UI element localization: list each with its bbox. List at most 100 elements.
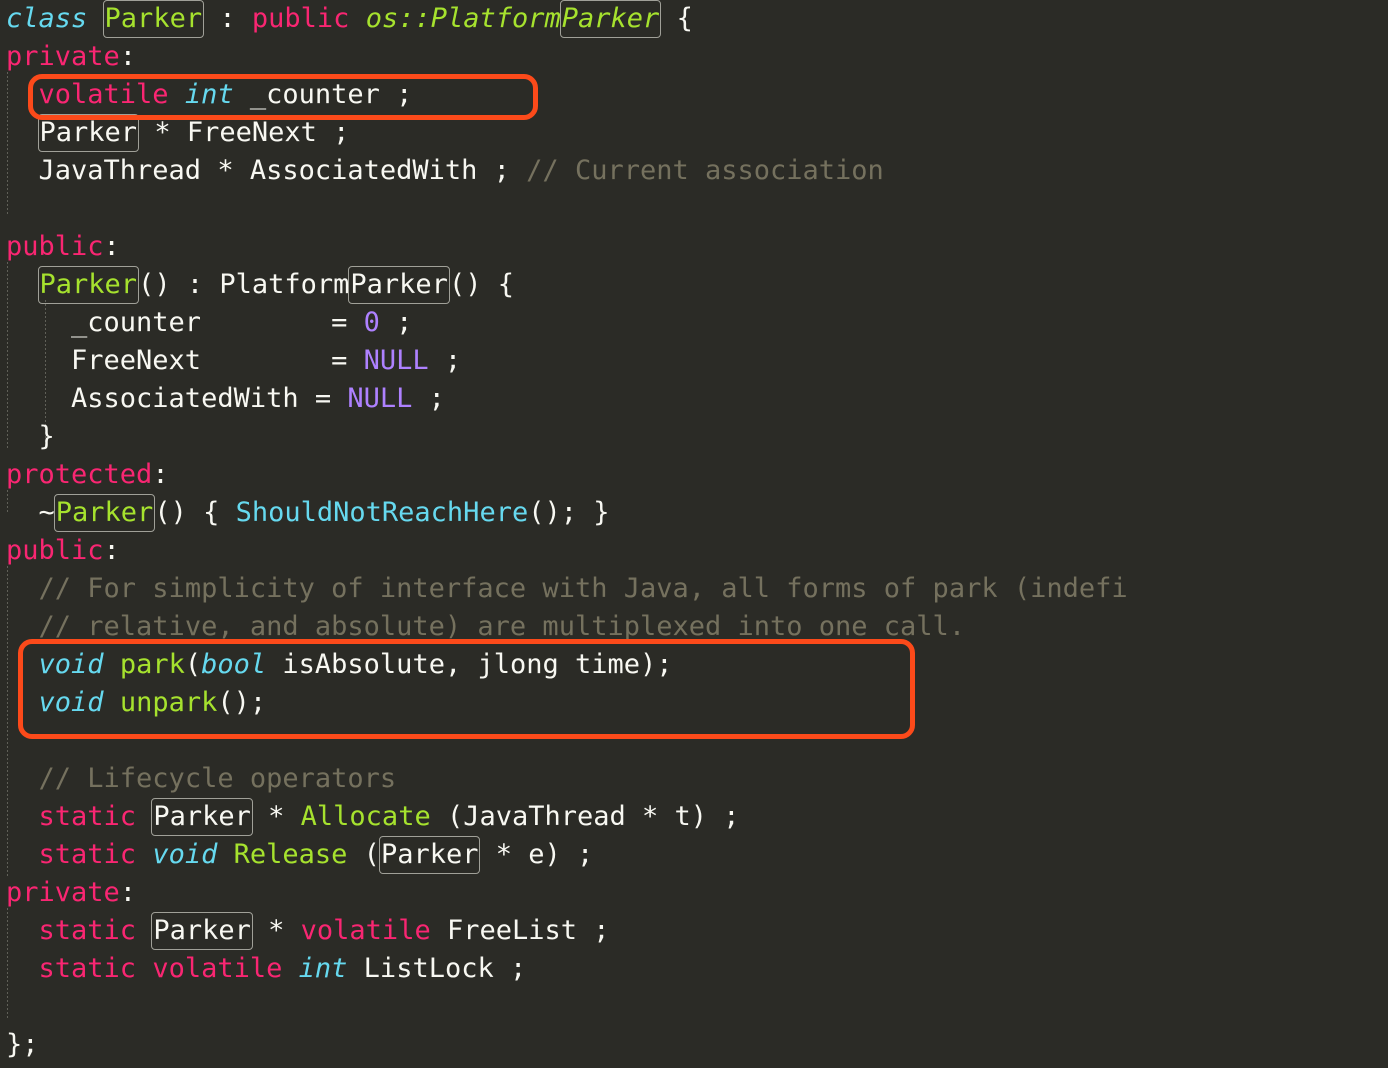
- code-line[interactable]: private:: [6, 38, 1388, 76]
- code-token: static: [38, 839, 137, 870]
- code-line[interactable]: Parker * FreeNext ;: [6, 114, 1388, 152]
- code-line[interactable]: [6, 190, 1388, 228]
- code-line[interactable]: static Parker * Allocate (JavaThread * t…: [6, 798, 1388, 836]
- code-token: FreeNext =: [6, 345, 364, 376]
- code-line[interactable]: [6, 988, 1388, 1026]
- code-token: Parker: [378, 836, 481, 874]
- code-token: :: [119, 877, 137, 908]
- code-token: park: [119, 649, 185, 680]
- code-token: bool: [201, 649, 267, 680]
- code-line[interactable]: [6, 722, 1388, 760]
- code-token: * FreeNext ;: [138, 117, 350, 148]
- code-token: *: [251, 801, 301, 832]
- code-token: private: [6, 877, 120, 908]
- code-token: private: [6, 41, 120, 72]
- code-token: Parker: [348, 266, 450, 304]
- code-token: ;: [379, 307, 413, 338]
- code-token: ();: [217, 687, 267, 718]
- code-line[interactable]: void park(bool isAbsolute, jlong time);: [6, 646, 1388, 684]
- code-token: () : Platform: [138, 269, 350, 300]
- code-token: () {: [154, 497, 236, 528]
- code-token: Allocate: [300, 801, 431, 832]
- code-line[interactable]: Parker() : PlatformParker() {: [6, 266, 1388, 304]
- code-line[interactable]: static volatile int ListLock ;: [6, 950, 1388, 988]
- code-token: ShouldNotReachHere: [235, 497, 529, 528]
- code-token: :: [103, 535, 120, 566]
- code-token: unpark: [119, 687, 218, 718]
- code-token: Parker: [53, 494, 156, 532]
- code-line[interactable]: public:: [6, 228, 1388, 266]
- code-token: void: [152, 839, 218, 870]
- code-line[interactable]: AssociatedWith = NULL ;: [6, 380, 1388, 418]
- code-token: NULL: [363, 345, 429, 376]
- code-token: Parker: [102, 0, 205, 38]
- code-token: volatile: [152, 953, 283, 984]
- code-line[interactable]: JavaThread * AssociatedWith ; // Current…: [6, 152, 1388, 190]
- code-token: AssociatedWith =: [6, 383, 348, 414]
- code-line[interactable]: ~Parker() { ShouldNotReachHere(); }: [6, 494, 1388, 532]
- code-line[interactable]: FreeNext = NULL ;: [6, 342, 1388, 380]
- code-token: }: [6, 421, 55, 452]
- code-line[interactable]: volatile int _counter ;: [6, 76, 1388, 114]
- code-token: protected: [6, 459, 153, 490]
- code-line[interactable]: static void Release (Parker * e) ;: [6, 836, 1388, 874]
- code-token: // For simplicity of interface with Java…: [38, 573, 1128, 604]
- code-token: (: [347, 839, 380, 870]
- code-token: 0: [363, 307, 380, 338]
- code-token: Parker: [37, 114, 140, 152]
- code-line[interactable]: public:: [6, 532, 1388, 570]
- code-token: :: [203, 3, 252, 34]
- code-token: Parker: [151, 798, 253, 836]
- code-token: };: [6, 1029, 39, 1060]
- code-token: NULL: [347, 383, 413, 414]
- code-token: isAbsolute, jlong time);: [266, 649, 673, 680]
- code-line[interactable]: void unpark();: [6, 684, 1388, 722]
- code-token: (JavaThread * t) ;: [430, 801, 740, 832]
- code-line[interactable]: // relative, and absolute) are multiplex…: [6, 608, 1388, 646]
- code-line[interactable]: private:: [6, 874, 1388, 912]
- code-token: :: [152, 459, 169, 490]
- code-editor-viewport[interactable]: class Parker : public os::PlatformParker…: [0, 0, 1388, 1068]
- code-content[interactable]: class Parker : public os::PlatformParker…: [0, 0, 1388, 1064]
- code-token: static: [38, 801, 137, 832]
- code-token: ;: [412, 383, 445, 414]
- code-line[interactable]: _counter = 0 ;: [6, 304, 1388, 342]
- code-token: :: [103, 231, 120, 262]
- code-token: ~: [6, 497, 55, 528]
- code-token: public: [6, 231, 104, 262]
- code-token: ListLock ;: [347, 953, 527, 984]
- code-line[interactable]: // For simplicity of interface with Java…: [6, 570, 1388, 608]
- code-line[interactable]: static Parker * volatile FreeList ;: [6, 912, 1388, 950]
- code-token: (: [184, 649, 202, 680]
- code-line[interactable]: }: [6, 418, 1388, 456]
- code-line[interactable]: };: [6, 1026, 1388, 1064]
- code-token: public: [251, 3, 350, 34]
- code-token: _counter ;: [233, 79, 413, 110]
- code-line[interactable]: class Parker : public os::PlatformParker…: [6, 0, 1388, 38]
- code-token: ;: [428, 345, 462, 376]
- code-token: void: [38, 687, 104, 718]
- code-token: Parker: [37, 266, 140, 304]
- code-token: // Lifecycle operators: [38, 763, 397, 794]
- code-token: (); }: [528, 497, 610, 528]
- code-token: :: [119, 41, 137, 72]
- code-token: volatile: [300, 915, 431, 946]
- code-token: _counter =: [6, 307, 364, 338]
- code-line[interactable]: // Lifecycle operators: [6, 760, 1388, 798]
- code-line[interactable]: protected:: [6, 456, 1388, 494]
